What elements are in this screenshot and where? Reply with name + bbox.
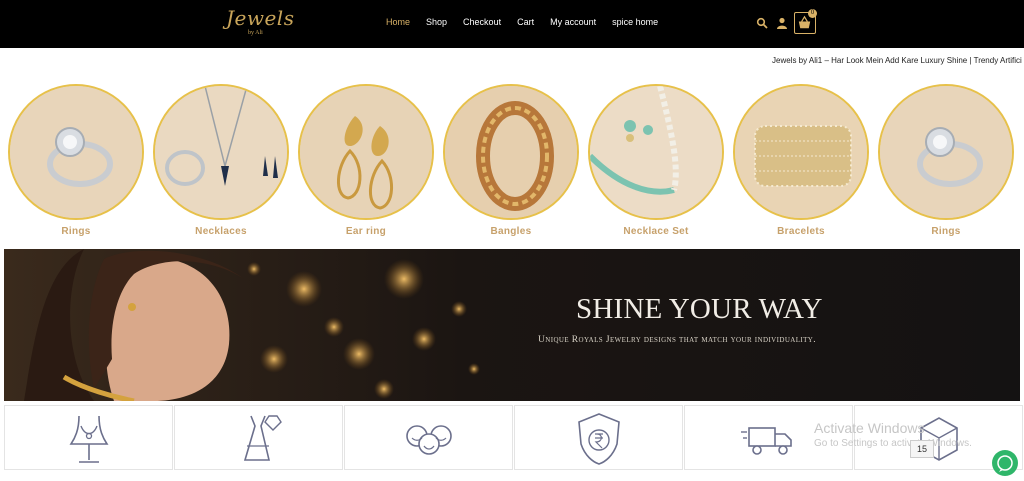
category-label: Necklace Set [623, 226, 689, 237]
category-label: Bracelets [777, 226, 825, 237]
category-label: Rings [61, 226, 91, 237]
delivery-truck-icon [741, 427, 792, 455]
dress-diamond-icon [243, 415, 282, 461]
category-image [298, 84, 434, 220]
feature-box-1 [4, 405, 173, 470]
category-image [443, 84, 579, 220]
category-image [733, 84, 869, 220]
cart-count-badge: 0 [808, 9, 817, 18]
category-strip: Rings Necklaces Ear ring Bangles Necklac… [0, 84, 1024, 244]
hero-banner[interactable]: SHINE YOUR WAY Unique Royals Jewelry des… [4, 249, 1020, 401]
feature-box-2 [174, 405, 343, 470]
banner-title: SHINE YOUR WAY [576, 293, 823, 325]
nav-home[interactable]: Home [386, 17, 410, 27]
category-rings[interactable]: Rings [7, 84, 145, 244]
site-header: Jewels by Ali Home Shop Checkout Cart My… [0, 0, 1024, 48]
nav-spice-home[interactable]: spice home [612, 17, 658, 27]
main-nav: Home Shop Checkout Cart My account spice… [386, 17, 674, 27]
banner-subtitle: Unique Royals Jewelry designs that match… [538, 335, 817, 345]
necklace-bust-icon [69, 415, 109, 463]
category-label: Bangles [490, 226, 532, 237]
category-image [878, 84, 1014, 220]
search-icon[interactable] [756, 17, 768, 29]
whatsapp-icon [997, 455, 1013, 472]
category-image [588, 84, 724, 220]
activation-title: Activate Windows [814, 420, 925, 436]
user-icon[interactable] [776, 17, 788, 29]
announcement-bar: Jewels by Ali1 – Har Look Mein Add Kare … [0, 48, 1024, 74]
logo-subtext: by Ali [248, 30, 263, 36]
nav-shop[interactable]: Shop [426, 17, 447, 27]
logo-text: Jewels [226, 6, 295, 30]
category-rings-2[interactable]: Rings [877, 84, 1015, 244]
category-label: Ear ring [345, 226, 387, 237]
whatsapp-chat-button[interactable] [992, 450, 1018, 476]
category-necklaces[interactable]: Necklaces [152, 84, 290, 244]
hero-image [4, 249, 1020, 401]
calendar-badge: 15 [910, 440, 934, 458]
category-necklace-set[interactable]: Necklace Set [587, 84, 725, 244]
category-bangles[interactable]: Bangles [442, 84, 580, 244]
announcement-text: Jewels by Ali1 – Har Look Mein Add Kare … [772, 56, 1022, 65]
nav-my-account[interactable]: My account [550, 17, 596, 27]
category-label: Necklaces [195, 226, 247, 237]
rupee-shield-icon [578, 413, 620, 465]
nav-cart[interactable]: Cart [517, 17, 534, 27]
feature-box-3 [344, 405, 513, 470]
category-image [8, 84, 144, 220]
feature-box-4 [514, 405, 683, 470]
category-ear-ring[interactable]: Ear ring [297, 84, 435, 244]
category-bracelets[interactable]: Bracelets [732, 84, 870, 244]
site-logo[interactable]: Jewels by Ali [226, 6, 294, 40]
happy-faces-icon [406, 425, 452, 455]
category-label: Rings [931, 226, 961, 237]
nav-checkout[interactable]: Checkout [463, 17, 501, 27]
category-image [153, 84, 289, 220]
